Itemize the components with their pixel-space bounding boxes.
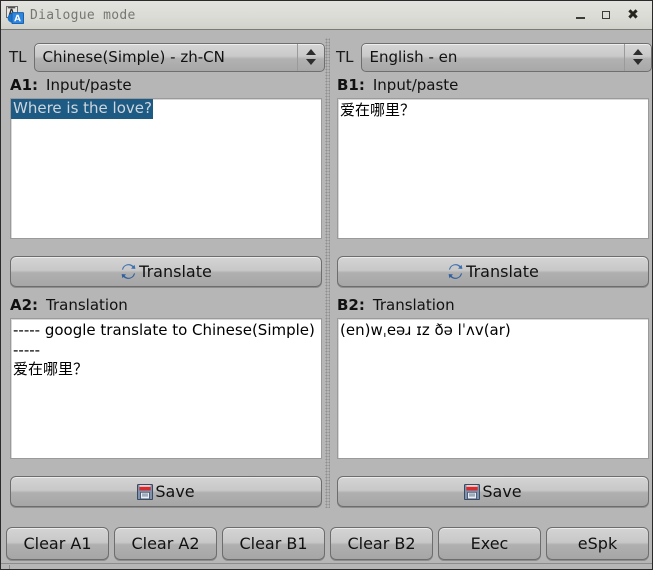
exec-button[interactable]: Exec bbox=[438, 526, 541, 560]
client-area: TL Chinese(Simple) - zh-CN A1: Input/past… bbox=[1, 30, 652, 569]
b1-tag: B1: bbox=[337, 76, 365, 94]
minimize-icon[interactable] bbox=[570, 5, 592, 25]
chevron-updown-icon bbox=[297, 43, 324, 71]
bottom-button-bar: Clear A1 Clear A2 Clear B1 Clear B2 Exec… bbox=[1, 523, 652, 563]
a1-selected-text: Where is the love? bbox=[11, 99, 153, 119]
dialogue-mode-window: Dialogue mode ✖ TL Chinese(Simple) - zh-… bbox=[0, 0, 653, 570]
left-language-select[interactable]: Chinese(Simple) - zh-CN bbox=[33, 42, 325, 72]
b1-label: B1: Input/paste bbox=[337, 76, 458, 94]
a1-input-content: Where is the love? bbox=[11, 99, 321, 119]
close-icon[interactable]: ✖ bbox=[622, 5, 644, 25]
clear-a1-button[interactable]: Clear A1 bbox=[6, 526, 109, 560]
left-translate-button[interactable]: Translate bbox=[10, 256, 322, 287]
window-title: Dialogue mode bbox=[30, 7, 136, 23]
translate-app-icon bbox=[6, 6, 24, 25]
title-bar: Dialogue mode ✖ bbox=[1, 1, 652, 30]
b2-output-content: (en)wˌeəɹ ɪz ðə lˈʌv(ar) bbox=[340, 321, 511, 339]
floppy-disk-icon bbox=[464, 483, 481, 500]
a1-input-textarea[interactable]: Where is the love? bbox=[10, 98, 322, 239]
left-language-value: Chinese(Simple) - zh-CN bbox=[42, 48, 225, 66]
a1-label: A1: Input/paste bbox=[10, 76, 132, 94]
left-tl-label: TL bbox=[9, 48, 27, 66]
b2-output-textarea[interactable]: (en)wˌeəɹ ɪz ðə lˈʌv(ar) bbox=[337, 318, 649, 459]
b2-caption: Translation bbox=[372, 296, 455, 314]
left-save-button[interactable]: Save bbox=[10, 476, 322, 507]
a2-label: A2: Translation bbox=[10, 296, 128, 314]
right-translate-button[interactable]: Translate bbox=[337, 256, 649, 287]
espk-button[interactable]: eSpk bbox=[546, 526, 649, 560]
clear-b1-button[interactable]: Clear B1 bbox=[222, 526, 325, 560]
a2-output-content: ----- google translate to Chinese(Simple… bbox=[13, 321, 315, 378]
maximize-icon[interactable] bbox=[596, 5, 618, 25]
right-save-button[interactable]: Save bbox=[337, 476, 649, 507]
b1-input-textarea[interactable]: 爱在哪里？ bbox=[337, 98, 649, 239]
b2-tag: B2: bbox=[337, 296, 365, 314]
right-language-value: English - en bbox=[369, 48, 458, 66]
right-tl-label: TL bbox=[336, 48, 354, 66]
a2-output-textarea[interactable]: ----- google translate to Chinese(Simple… bbox=[10, 318, 322, 459]
refresh-sync-icon bbox=[120, 263, 137, 280]
status-bar bbox=[1, 563, 652, 569]
pane-splitter[interactable] bbox=[325, 38, 330, 508]
clear-b2-button[interactable]: Clear B2 bbox=[330, 526, 433, 560]
a1-caption: Input/paste bbox=[46, 76, 132, 94]
a2-tag: A2: bbox=[10, 296, 39, 314]
left-translate-label: Translate bbox=[139, 262, 212, 281]
a2-caption: Translation bbox=[46, 296, 128, 314]
b1-input-content: 爱在哪里？ bbox=[340, 101, 416, 119]
floppy-disk-icon bbox=[137, 483, 154, 500]
refresh-sync-icon bbox=[447, 263, 464, 280]
right-language-select[interactable]: English - en bbox=[360, 42, 652, 72]
right-language-row: TL English - en bbox=[334, 42, 652, 72]
b1-caption: Input/paste bbox=[372, 76, 459, 94]
left-language-row: TL Chinese(Simple) - zh-CN bbox=[7, 42, 325, 72]
chevron-updown-icon bbox=[624, 43, 651, 71]
clear-a2-button[interactable]: Clear A2 bbox=[114, 526, 217, 560]
right-translate-label: Translate bbox=[466, 262, 539, 281]
a1-tag: A1: bbox=[10, 76, 39, 94]
left-save-label: Save bbox=[155, 482, 195, 501]
b2-label: B2: Translation bbox=[337, 296, 455, 314]
right-save-label: Save bbox=[482, 482, 522, 501]
